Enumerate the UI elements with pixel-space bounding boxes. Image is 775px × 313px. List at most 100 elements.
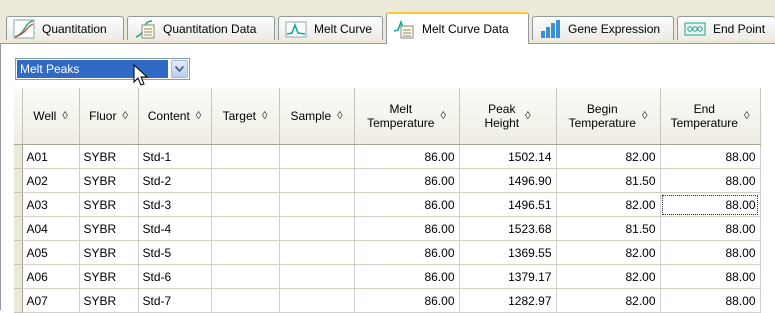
row-header[interactable] (14, 288, 23, 313)
tab-quantitation[interactable]: Quantitation (6, 16, 124, 40)
cell-content[interactable]: Std-7 (138, 288, 212, 313)
column-header-end-temperature[interactable]: End Temperature ◊ (660, 88, 761, 145)
cell-begin-temperature[interactable]: 82.00 (556, 288, 661, 313)
cell-fluor[interactable]: SYBR (79, 144, 139, 169)
cell-peak-height[interactable]: 1496.51 (459, 192, 557, 217)
sort-icon[interactable]: ◊ (62, 109, 67, 123)
cell-peak-height[interactable]: 1523.68 (459, 216, 557, 241)
cell-melt-temperature[interactable]: 86.00 (354, 168, 460, 193)
sort-icon[interactable]: ◊ (337, 109, 342, 123)
cell-end-temperature[interactable]: 88.00 (660, 168, 761, 193)
cell-fluor[interactable]: SYBR (79, 168, 139, 193)
cell-sample[interactable] (279, 144, 355, 169)
table-row[interactable]: A05 SYBR Std-5 86.00 1369.55 82.00 88.00 (14, 240, 761, 265)
cell-end-temperature[interactable]: 88.00 (660, 264, 761, 289)
cell-end-temperature[interactable]: 88.00 (660, 192, 761, 217)
cell-well[interactable]: A02 (22, 168, 80, 193)
cell-begin-temperature[interactable]: 82.00 (556, 192, 661, 217)
cell-well[interactable]: A07 (22, 288, 80, 313)
cell-melt-temperature[interactable]: 86.00 (354, 192, 460, 217)
cell-target[interactable] (211, 144, 280, 169)
cell-target[interactable] (211, 288, 280, 313)
cell-melt-temperature[interactable]: 86.00 (354, 216, 460, 241)
sort-icon[interactable]: ◊ (440, 109, 445, 123)
column-header-melt-temperature[interactable]: Melt Temperature ◊ (354, 88, 460, 145)
cell-sample[interactable] (279, 288, 355, 313)
cell-sample[interactable] (279, 264, 355, 289)
table-row[interactable]: A06 SYBR Std-6 86.00 1379.17 82.00 88.00 (14, 264, 761, 289)
cell-end-temperature[interactable]: 88.00 (660, 288, 761, 313)
cell-peak-height[interactable]: 1369.55 (459, 240, 557, 265)
cell-content[interactable]: Std-5 (138, 240, 212, 265)
cell-well[interactable]: A06 (22, 264, 80, 289)
sort-icon[interactable]: ◊ (196, 109, 201, 123)
cell-content[interactable]: Std-3 (138, 192, 212, 217)
sort-icon[interactable]: ◊ (525, 109, 530, 123)
cell-melt-temperature[interactable]: 86.00 (354, 288, 460, 313)
cell-target[interactable] (211, 168, 280, 193)
cell-begin-temperature[interactable]: 81.50 (556, 168, 661, 193)
sort-icon[interactable]: ◊ (262, 109, 267, 123)
cell-melt-temperature[interactable]: 86.00 (354, 240, 460, 265)
cell-content[interactable]: Std-6 (138, 264, 212, 289)
data-view-select[interactable]: Melt Peaks (15, 58, 190, 80)
cell-end-temperature[interactable]: 88.00 (660, 216, 761, 241)
table-row[interactable]: A01 SYBR Std-1 86.00 1502.14 82.00 88.00 (14, 144, 761, 169)
cell-begin-temperature[interactable]: 82.00 (556, 144, 661, 169)
cell-fluor[interactable]: SYBR (79, 240, 139, 265)
cell-fluor[interactable]: SYBR (79, 192, 139, 217)
row-header[interactable] (14, 264, 23, 289)
cell-fluor[interactable]: SYBR (79, 288, 139, 313)
cell-well[interactable]: A03 (22, 192, 80, 217)
cell-peak-height[interactable]: 1379.17 (459, 264, 557, 289)
table-row[interactable]: A07 SYBR Std-7 86.00 1282.97 82.00 88.00 (14, 288, 761, 313)
cell-content[interactable]: Std-2 (138, 168, 212, 193)
sort-icon[interactable]: ◊ (642, 109, 647, 123)
row-header[interactable] (14, 168, 23, 193)
sort-icon[interactable]: ◊ (744, 109, 749, 123)
column-header-peak-height[interactable]: Peak Height ◊ (459, 88, 557, 145)
column-header-content[interactable]: Content ◊ (138, 88, 212, 145)
column-header-fluor[interactable]: Fluor ◊ (79, 88, 139, 145)
cell-sample[interactable] (279, 240, 355, 265)
column-header-sample[interactable]: Sample ◊ (279, 88, 355, 145)
cell-fluor[interactable]: SYBR (79, 264, 139, 289)
cell-peak-height[interactable]: 1496.90 (459, 168, 557, 193)
cell-sample[interactable] (279, 192, 355, 217)
cell-target[interactable] (211, 192, 280, 217)
row-header[interactable] (14, 216, 23, 241)
column-header-target[interactable]: Target ◊ (211, 88, 280, 145)
tab-end-point[interactable]: End Point (677, 16, 775, 40)
cell-melt-temperature[interactable]: 86.00 (354, 144, 460, 169)
tab-melt-curve-data[interactable]: Melt Curve Data (386, 12, 529, 44)
cell-sample[interactable] (279, 216, 355, 241)
cell-sample[interactable] (279, 168, 355, 193)
column-header-well[interactable]: Well ◊ (22, 88, 80, 145)
cell-begin-temperature[interactable]: 81.50 (556, 216, 661, 241)
cell-well[interactable]: A01 (22, 144, 80, 169)
cell-peak-height[interactable]: 1502.14 (459, 144, 557, 169)
cell-well[interactable]: A04 (22, 216, 80, 241)
sort-icon[interactable]: ◊ (122, 109, 127, 123)
dropdown-arrow-button[interactable] (171, 60, 188, 78)
cell-target[interactable] (211, 240, 280, 265)
cell-fluor[interactable]: SYBR (79, 216, 139, 241)
cell-content[interactable]: Std-1 (138, 144, 212, 169)
cell-target[interactable] (211, 216, 280, 241)
cell-begin-temperature[interactable]: 82.00 (556, 264, 661, 289)
tab-gene-expression[interactable]: Gene Expression (532, 16, 674, 40)
cell-well[interactable]: A05 (22, 240, 80, 265)
table-row[interactable]: A04 SYBR Std-4 86.00 1523.68 81.50 88.00 (14, 216, 761, 241)
cell-begin-temperature[interactable]: 82.00 (556, 240, 661, 265)
row-header[interactable] (14, 144, 23, 169)
tab-quantitation-data[interactable]: Quantitation Data (127, 16, 275, 40)
cell-target[interactable] (211, 264, 280, 289)
cell-end-temperature[interactable]: 88.00 (660, 240, 761, 265)
cell-end-temperature[interactable]: 88.00 (660, 144, 761, 169)
cell-melt-temperature[interactable]: 86.00 (354, 264, 460, 289)
row-header-corner[interactable] (14, 88, 23, 145)
row-header[interactable] (14, 192, 23, 217)
column-header-begin-temperature[interactable]: Begin Temperature ◊ (556, 88, 661, 145)
table-row[interactable]: A03 SYBR Std-3 86.00 1496.51 82.00 88.00 (14, 192, 761, 217)
cell-content[interactable]: Std-4 (138, 216, 212, 241)
